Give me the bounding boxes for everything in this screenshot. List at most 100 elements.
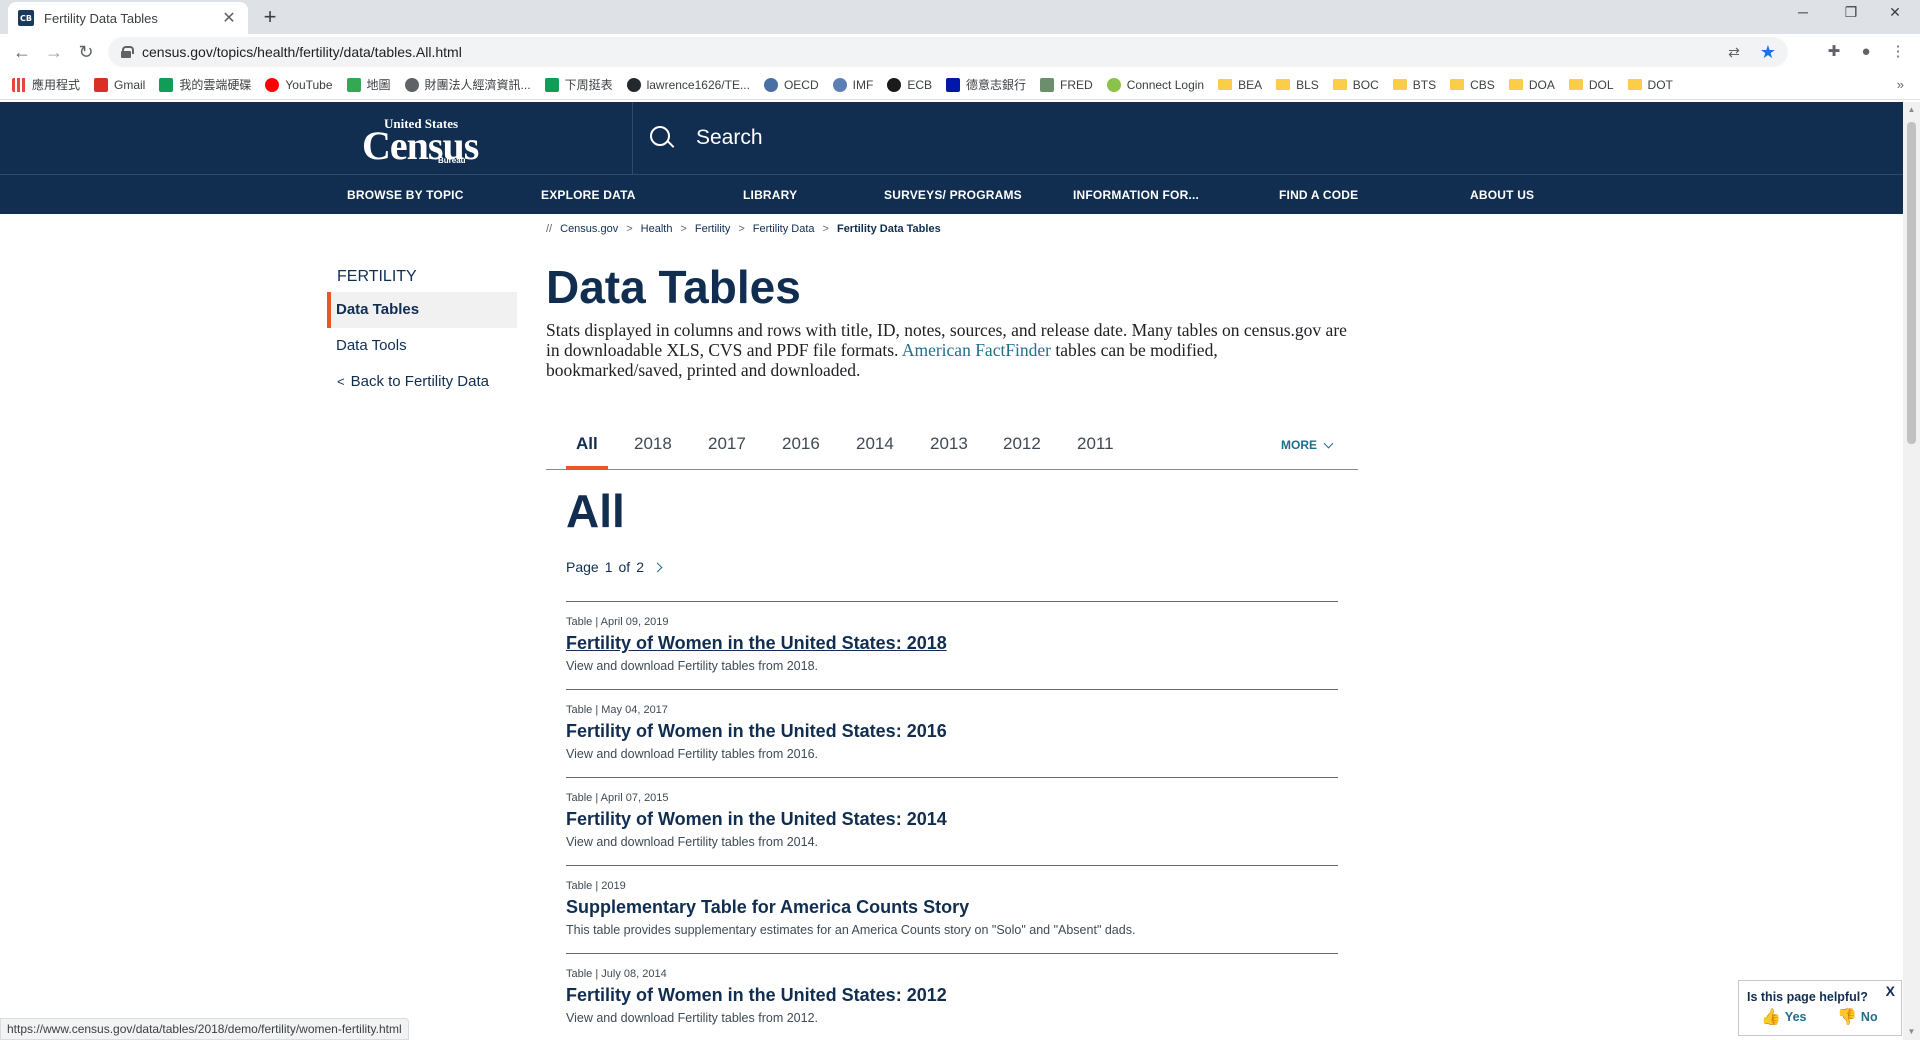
bookmark-item[interactable]: IMF <box>832 77 873 92</box>
oecd-icon <box>763 77 778 92</box>
tab-2017[interactable]: 2017 <box>708 434 746 470</box>
pagination: Page 1 of 2 <box>566 559 667 575</box>
bookmark-item[interactable]: 我的雲端硬碟 <box>159 76 251 93</box>
tab-2013[interactable]: 2013 <box>930 434 968 470</box>
bookmark-star-icon[interactable]: ★ <box>1758 42 1778 62</box>
sidenav-item-data-tables[interactable]: Data Tables <box>327 292 517 328</box>
result-title-link[interactable]: Fertility of Women in the United States:… <box>566 809 947 830</box>
tab-2014[interactable]: 2014 <box>856 434 894 470</box>
feedback-close-icon[interactable]: X <box>1886 983 1895 999</box>
result-description: This table provides supplementary estima… <box>566 923 1136 937</box>
bookmark-item[interactable]: BEA <box>1218 78 1262 92</box>
feedback-no-button[interactable]: 👎 No <box>1837 1007 1878 1026</box>
forward-arrow-icon[interactable]: → <box>42 40 66 64</box>
tab-2011[interactable]: 2011 <box>1077 434 1114 470</box>
chevron-left-icon: < <box>337 374 345 389</box>
nav-library[interactable]: LIBRARY <box>743 188 797 202</box>
bookmark-item[interactable]: 地圖 <box>346 76 391 93</box>
tab-title: Fertility Data Tables <box>44 10 158 26</box>
sidenav-back-link[interactable]: < Back to Fertility Data <box>327 364 517 400</box>
result-title-link[interactable]: Fertility of Women in the United States:… <box>566 721 947 742</box>
scroll-thumb[interactable] <box>1907 122 1916 444</box>
tab-2016[interactable]: 2016 <box>782 434 820 470</box>
sidenav-item-data-tools[interactable]: Data Tools <box>327 328 517 364</box>
feedback-question: Is this page helpful? <box>1747 990 1868 1004</box>
bookmark-item[interactable]: Gmail <box>94 77 145 92</box>
scroll-up-icon[interactable]: ▲ <box>1903 102 1920 118</box>
translate-icon[interactable]: ⇄ <box>1724 42 1744 62</box>
census-logo[interactable]: United States Census Bureau <box>362 116 479 168</box>
bookmark-item[interactable]: DOL <box>1568 78 1614 92</box>
bookmark-item[interactable]: BLS <box>1276 78 1319 92</box>
tab-2018[interactable]: 2018 <box>634 434 672 470</box>
bookmark-item[interactable]: Connect Login <box>1106 77 1204 92</box>
bookmark-label: BOC <box>1352 77 1379 92</box>
nav-find-a-code[interactable]: FIND A CODE <box>1279 188 1358 202</box>
connect-icon <box>1106 77 1121 92</box>
bookmark-item[interactable]: lawrence1626/TE... <box>626 77 750 92</box>
pager-current: 1 <box>604 559 613 575</box>
search-icon[interactable] <box>650 126 674 150</box>
browser-toolbar: ← → ↻ census.gov/topics/health/fertility… <box>0 34 1920 70</box>
bookmarks-bar: 應用程式 Gmail 我的雲端硬碟 YouTube 地圖 財團法人經濟資訊... 下周挺表 l… <box>0 70 1920 100</box>
apps-icon <box>12 77 26 92</box>
more-tabs-button[interactable]: MORE <box>1281 438 1334 452</box>
breadcrumb-census[interactable]: Census.gov <box>560 223 618 235</box>
bookmark-item[interactable]: BOC <box>1332 77 1379 92</box>
breadcrumb-current: Fertility Data Tables <box>836 223 941 235</box>
result-title-link[interactable]: Fertility of Women in the United States:… <box>566 985 947 1006</box>
bookmark-item[interactable]: OECD <box>763 77 819 92</box>
tab-all[interactable]: All <box>566 434 608 470</box>
result-description: View and download Fertility tables from … <box>566 1011 818 1025</box>
breadcrumb-health[interactable]: Health <box>641 223 673 235</box>
back-arrow-icon[interactable]: ← <box>10 40 34 64</box>
nav-about-us[interactable]: ABOUT US <box>1470 188 1534 202</box>
pager-total[interactable]: 2 <box>636 559 644 575</box>
new-tab-icon[interactable]: + <box>258 5 282 29</box>
tab-close-icon[interactable]: ✕ <box>220 8 238 28</box>
profile-avatar[interactable]: ● <box>1854 40 1878 64</box>
result-title-link[interactable]: Fertility of Women in the United States:… <box>566 633 947 654</box>
reload-icon[interactable]: ↻ <box>74 40 98 64</box>
folder-icon <box>1568 79 1583 90</box>
result-item: Table | April 07, 2015 Fertility of Women… <box>566 777 1338 865</box>
address-bar[interactable]: census.gov/topics/health/fertility/data/… <box>108 37 1788 67</box>
breadcrumb-fertility[interactable]: Fertility <box>695 223 730 235</box>
browser-menu-icon[interactable]: ⋮ <box>1886 40 1910 64</box>
scroll-down-icon[interactable]: ▼ <box>1903 1024 1920 1040</box>
bookmark-item[interactable]: DOA <box>1508 78 1555 92</box>
bookmark-item[interactable]: ECB <box>887 77 932 92</box>
header-divider <box>632 102 633 174</box>
bookmark-item[interactable]: 財團法人經濟資訊... <box>404 76 531 93</box>
bookmark-item[interactable]: 德意志銀行 <box>946 76 1026 93</box>
minimize-icon[interactable]: ─ <box>1788 4 1818 20</box>
bookmarks-overflow-icon[interactable]: » <box>1897 77 1904 92</box>
restore-icon[interactable]: ❐ <box>1836 4 1866 21</box>
bookmark-item[interactable]: CBS <box>1450 78 1495 92</box>
bookmark-item[interactable]: 下周挺表 <box>544 76 613 93</box>
nav-browse-by-topic[interactable]: BROWSE BY TOPIC <box>347 188 464 202</box>
bookmark-item[interactable]: FRED <box>1040 77 1093 92</box>
browser-tab[interactable]: CB Fertility Data Tables ✕ <box>8 2 248 34</box>
feedback-yes-button[interactable]: 👍 Yes <box>1761 1007 1806 1026</box>
result-item: Table | May 04, 2017 Fertility of Women i… <box>566 689 1338 777</box>
bookmark-label: BLS <box>1296 77 1319 92</box>
folder-icon <box>1218 79 1233 90</box>
search-input[interactable]: Search <box>696 126 763 150</box>
bookmark-item[interactable]: BTS <box>1392 78 1436 92</box>
nav-explore-data[interactable]: EXPLORE DATA <box>541 188 636 202</box>
nav-surveys-programs[interactable]: SURVEYS/ PROGRAMS <box>884 188 1022 202</box>
breadcrumb-fertility-data[interactable]: Fertility Data <box>753 223 815 235</box>
window-close-icon[interactable]: ✕ <box>1880 4 1910 21</box>
american-factfinder-link[interactable]: American FactFinder <box>902 340 1051 360</box>
next-page-icon[interactable] <box>652 562 663 572</box>
result-title-link[interactable]: Supplementary Table for America Counts S… <box>566 897 969 918</box>
page-scrollbar[interactable]: ▲ ▼ <box>1903 102 1920 1040</box>
bookmark-item[interactable]: 應用程式 <box>12 76 80 93</box>
extensions-icon[interactable]: ✚ <box>1822 40 1846 64</box>
bookmark-item[interactable]: DOT <box>1627 78 1673 92</box>
tab-2012[interactable]: 2012 <box>1003 434 1041 470</box>
feedback-no-label: No <box>1860 1009 1878 1024</box>
nav-information-for[interactable]: INFORMATION FOR... <box>1073 188 1199 202</box>
bookmark-item[interactable]: YouTube <box>265 77 333 92</box>
